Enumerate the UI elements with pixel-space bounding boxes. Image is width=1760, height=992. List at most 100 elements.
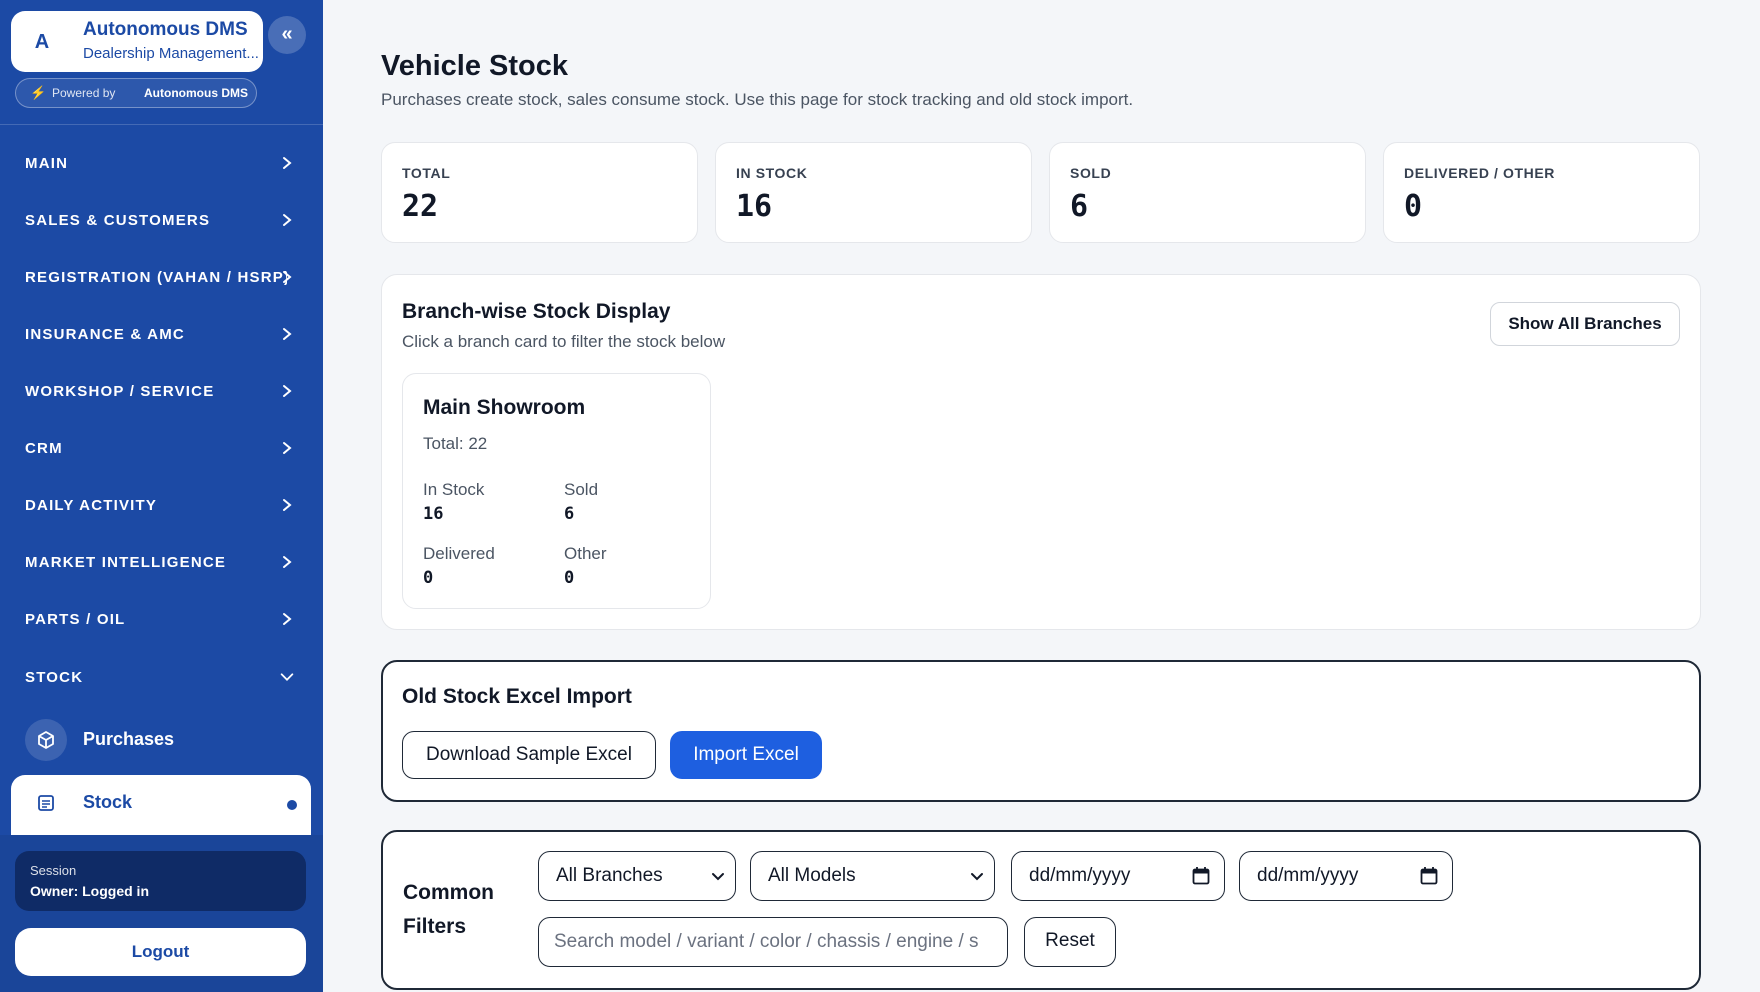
nav-item-workshop-service[interactable]: WORKSHOP / SERVICE	[0, 372, 323, 412]
powered-by-label: Powered by	[52, 86, 116, 100]
brand-card[interactable]: A Autonomous DMS Dealership Management..…	[11, 11, 263, 72]
filters-title: Common Filters	[403, 881, 494, 938]
nav-item-label: DAILY ACTIVITY	[25, 497, 158, 514]
chevron-down-icon	[712, 873, 724, 881]
chevron-right-icon	[283, 271, 292, 283]
nav-item-label: WORKSHOP / SERVICE	[25, 383, 215, 400]
branch-panel-title: Branch-wise Stock Display	[402, 300, 671, 323]
page-subtitle: Purchases create stock, sales consume st…	[381, 90, 1134, 109]
nav-item-label: MARKET INTELLIGENCE	[25, 554, 227, 571]
nav-item-crm[interactable]: CRM	[0, 429, 323, 469]
common-filters-panel: Common Filters All Branches All Models d…	[381, 830, 1701, 990]
brand-title: Autonomous DMS	[83, 19, 248, 40]
branch-in-stock-label: In Stock	[423, 480, 485, 499]
stat-card-delivered-other: DELIVERED / OTHER 0	[1383, 142, 1700, 243]
chevron-right-icon	[283, 613, 292, 625]
nav-item-main[interactable]: MAIN	[0, 144, 323, 184]
powered-by-name: Autonomous DMS	[144, 86, 248, 100]
model-select-value: All Models	[768, 865, 856, 886]
chevron-down-icon	[971, 873, 983, 881]
chevron-right-icon	[283, 499, 292, 511]
chevron-right-icon	[283, 157, 292, 169]
excel-import-panel: Old Stock Excel Import Download Sample E…	[381, 660, 1701, 802]
nav-item-registration[interactable]: REGISTRATION (VAHAN / HSRP)	[0, 258, 323, 298]
nav-item-sales-customers[interactable]: SALES & CUSTOMERS	[0, 201, 323, 241]
session-value: Owner: Logged in	[30, 883, 149, 899]
stat-card-in-stock: IN STOCK 16	[715, 142, 1032, 243]
reset-filters-button[interactable]: Reset	[1024, 917, 1116, 967]
stat-value: 22	[402, 189, 439, 224]
stock-search-input[interactable]: Search model / variant / color / chassis…	[538, 917, 1008, 967]
branch-delivered-label: Delivered	[423, 544, 495, 563]
stat-label: SOLD	[1070, 165, 1112, 181]
branch-delivered-value: 0	[423, 568, 434, 588]
date-to-value: dd/mm/yyyy	[1257, 865, 1359, 886]
nav-item-label: STOCK	[25, 669, 84, 686]
show-all-branches-button[interactable]: Show All Branches	[1490, 302, 1680, 346]
branch-sold-label: Sold	[564, 480, 599, 499]
branch-in-stock-value: 16	[423, 504, 444, 524]
branch-select-value: All Branches	[556, 865, 663, 886]
sub-nav-stock[interactable]: Stock	[11, 775, 311, 835]
sidebar-divider	[0, 124, 323, 125]
chevron-right-icon	[283, 385, 292, 397]
chevron-right-icon	[283, 442, 292, 454]
stat-label: TOTAL	[402, 165, 451, 181]
brand-avatar: A	[34, 31, 50, 53]
calendar-icon[interactable]	[1420, 866, 1438, 886]
collapse-sidebar-button[interactable]: «	[268, 16, 306, 54]
active-indicator-dot	[287, 800, 297, 810]
nav-item-label: INSURANCE & AMC	[25, 326, 185, 343]
chevron-right-icon	[283, 214, 292, 226]
powered-by-badge: ⚡ Powered by Autonomous DMS	[15, 78, 257, 108]
page-title: Vehicle Stock	[381, 50, 568, 82]
download-sample-excel-button[interactable]: Download Sample Excel	[402, 731, 656, 779]
stat-value: 16	[736, 189, 773, 224]
branch-other-value: 0	[564, 568, 575, 588]
nav-item-label: PARTS / OIL	[25, 611, 126, 628]
branch-sold-value: 6	[564, 504, 575, 524]
sidebar-footer: Session Owner: Logged in Logout	[0, 835, 323, 992]
branch-card-main-showroom[interactable]: Main Showroom Total: 22 In Stock 16 Sold…	[402, 373, 711, 609]
stat-value: 0	[1404, 189, 1423, 224]
nav-item-daily-activity[interactable]: DAILY ACTIVITY	[0, 486, 323, 526]
import-excel-button[interactable]: Import Excel	[670, 731, 822, 779]
date-from-value: dd/mm/yyyy	[1029, 865, 1131, 886]
stat-label: DELIVERED / OTHER	[1404, 165, 1555, 181]
brand-subtitle: Dealership Management...	[83, 45, 259, 62]
date-to-input[interactable]: dd/mm/yyyy	[1239, 851, 1453, 901]
branch-select[interactable]: All Branches	[538, 851, 736, 901]
model-select[interactable]: All Models	[750, 851, 995, 901]
nav-item-label: SALES & CUSTOMERS	[25, 212, 211, 229]
session-card: Session Owner: Logged in	[15, 851, 306, 911]
branch-panel-subtitle: Click a branch card to filter the stock …	[402, 332, 726, 351]
nav-item-stock[interactable]: STOCK	[0, 658, 323, 698]
branch-stock-panel: Branch-wise Stock Display Click a branch…	[381, 274, 1701, 630]
branch-total: Total: 22	[423, 434, 488, 453]
logout-button[interactable]: Logout	[15, 928, 306, 976]
sidebar: A Autonomous DMS Dealership Management..…	[0, 0, 323, 992]
nav-item-label: REGISTRATION (VAHAN / HSRP)	[25, 269, 287, 286]
chevron-down-icon	[280, 673, 294, 681]
session-label: Session	[30, 863, 77, 878]
chevron-right-icon	[283, 328, 292, 340]
nav-item-label: CRM	[25, 440, 63, 457]
chevron-right-icon	[283, 556, 292, 568]
nav-item-insurance-amc[interactable]: INSURANCE & AMC	[0, 315, 323, 355]
sub-nav-label: Purchases	[83, 729, 175, 749]
nav-item-label: MAIN	[25, 155, 69, 172]
sub-nav-label: Stock	[83, 792, 133, 812]
branch-name: Main Showroom	[423, 396, 586, 419]
lightning-icon: ⚡	[30, 85, 47, 100]
date-from-input[interactable]: dd/mm/yyyy	[1011, 851, 1225, 901]
stat-label: IN STOCK	[736, 165, 808, 181]
stat-card-sold: SOLD 6	[1049, 142, 1366, 243]
nav-item-parts-oil[interactable]: PARTS / OIL	[0, 600, 323, 640]
stat-value: 6	[1070, 189, 1089, 224]
search-placeholder: Search model / variant / color / chassis…	[554, 931, 979, 952]
import-panel-title: Old Stock Excel Import	[402, 685, 632, 708]
calendar-icon[interactable]	[1192, 866, 1210, 886]
sub-nav-purchases[interactable]: Purchases	[11, 712, 311, 768]
cube-icon	[25, 719, 67, 761]
nav-item-market-intelligence[interactable]: MARKET INTELLIGENCE	[0, 543, 323, 583]
